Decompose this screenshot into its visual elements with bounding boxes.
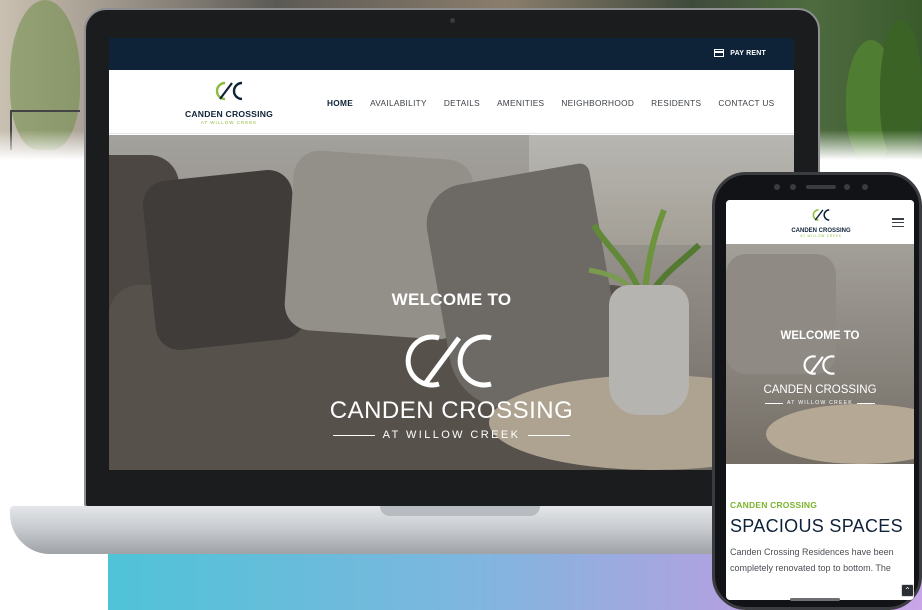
cc-logo-icon [812,209,830,221]
hero-welcome-text: WELCOME TO [391,290,512,309]
hamburger-menu-icon[interactable] [892,218,904,227]
laptop-camera [450,18,455,23]
background-shrub [880,20,922,160]
divider [765,402,784,404]
mobile-hero-welcome-text: WELCOME TO [780,330,860,342]
mobile-site-header: CANDEN CROSSING AT WILLOW CREEK [726,200,914,244]
phone-home-indicator [790,598,840,601]
cc-logo-icon [405,334,492,388]
phone-speaker [806,185,836,189]
hero-subtitle: AT WILLOW CREEK [109,429,794,441]
phone-notch [762,176,880,198]
logo-name: CANDEN CROSSING [185,109,273,119]
mobile-website-screen: CANDEN CROSSING AT WILLOW CREEK WELCOME … [726,200,914,600]
cc-logo-icon [803,355,835,375]
nav-neighborhood[interactable]: NEIGHBORHOOD [561,98,634,108]
mobile-hero-property-name: CANDEN CROSSING [763,384,877,396]
laptop-base-notch [380,506,540,516]
desktop-site-header: CANDEN CROSSING AT WILLOW CREEK HOME AVA… [109,70,794,134]
phone-sensor [844,184,850,190]
mobile-hero-banner: WELCOME TO CANDEN CROSSING AT WILLOW CRE… [726,244,914,464]
mobile-hero-subtitle-text: AT WILLOW CREEK [787,400,853,406]
background-railing [10,110,80,150]
pay-rent-label: PAY RENT [730,49,766,57]
hero-subtitle-text: AT WILLOW CREEK [382,429,521,441]
chevron-up-icon: ⌃ [904,585,911,595]
section-body-text: Canden Crossing Residences have been com… [730,547,894,573]
phone-sensor [774,184,780,190]
nav-availability[interactable]: AVAILABILITY [370,98,427,108]
desktop-top-bar: PAY RENT [109,38,794,70]
divider [528,434,571,436]
nav-residents[interactable]: RESIDENTS [651,98,701,108]
phone-sensor [862,184,868,190]
nav-details[interactable]: DETAILS [444,98,480,108]
desktop-website-screen: PAY RENT CANDEN CROSSING AT WILLOW CREEK… [109,38,794,470]
divider [856,402,875,404]
desktop-hero-banner: WELCOME TO CANDEN CROSSING AT WILLOW CRE… [109,135,794,470]
main-navigation: HOME AVAILABILITY DETAILS AMENITIES NEIG… [327,98,775,108]
logo-subtitle: AT WILLOW CREEK [200,120,258,125]
section-eyebrow: CANDEN CROSSING [730,500,818,510]
phone-camera [790,184,796,190]
mobile-hero-subtitle: AT WILLOW CREEK [726,400,914,406]
mobile-site-logo[interactable]: CANDEN CROSSING AT WILLOW CREEK [786,208,856,238]
section-heading: SPACIOUS SPACES [730,516,903,536]
nav-home[interactable]: HOME [327,98,353,108]
credit-card-icon [714,49,725,57]
cc-logo-icon [215,81,243,101]
nav-amenities[interactable]: AMENITIES [497,98,544,108]
pay-rent-link[interactable]: PAY RENT [714,49,766,57]
nav-contact-us[interactable]: CONTACT US [718,98,774,108]
scroll-to-top-button[interactable]: ⌃ [901,584,914,597]
mobile-logo-subtitle: AT WILLOW CREEK [800,234,842,238]
site-logo[interactable]: CANDEN CROSSING AT WILLOW CREEK [179,80,279,125]
divider [332,434,375,436]
hero-property-name: CANDEN CROSSING [329,397,574,424]
